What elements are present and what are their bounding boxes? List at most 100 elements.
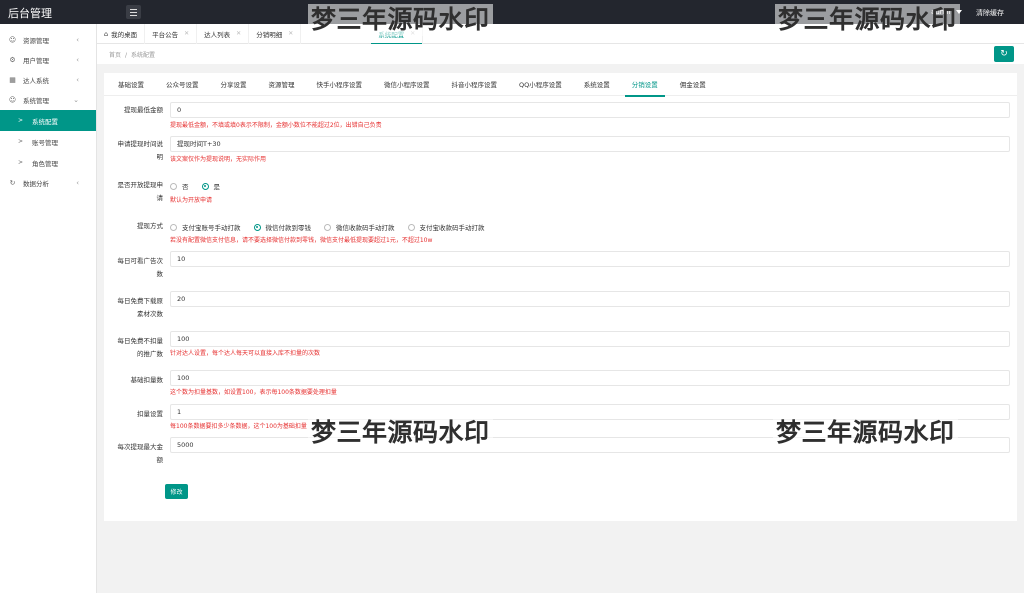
close-icon[interactable]: ✕: [288, 30, 293, 37]
close-icon[interactable]: ✕: [236, 30, 241, 37]
submit-button[interactable]: 修改: [165, 484, 188, 499]
tab-desktop[interactable]: ⌂ 我的桌面: [97, 23, 146, 44]
sidebar-item-label: 系统管理: [23, 97, 49, 105]
radio-label: 支付宝账号手动打款: [182, 224, 241, 232]
radio-alipay-qrcode[interactable]: 支付宝收款码手动打款: [407, 222, 485, 232]
settings-tab-qq[interactable]: QQ小程序设置: [508, 73, 573, 96]
home-icon: ⌂: [104, 29, 109, 38]
radio-selected-icon: [253, 223, 261, 231]
chevron-right-icon: >: [18, 138, 24, 145]
refresh-button[interactable]: ↻: [994, 46, 1014, 62]
min-amount-label: 提现最低金额: [124, 106, 163, 114]
withdraw-method-label: 提现方式: [137, 222, 163, 230]
radio-wechat-qrcode[interactable]: 微信收款码手动打款: [324, 222, 395, 232]
sidebar-subitem-system-config[interactable]: > 系统配置: [0, 110, 96, 131]
deduct-setting-label: 扣量设置: [137, 410, 163, 418]
min-amount-hint: 提现最低金额，不填或填0表示不限制，金额小数位不能超过2位，出错自己负责: [170, 122, 382, 129]
chevron-right-icon: >: [18, 159, 24, 166]
sidebar-item-label: 用户管理: [23, 57, 49, 65]
radio-alipay-account[interactable]: 支付宝账号手动打款: [170, 222, 241, 232]
chevron-left-icon: ‹: [76, 76, 79, 84]
withdraw-time-label: 申请提现时间说明: [117, 140, 164, 161]
daily-free-promo-input[interactable]: 100: [170, 331, 1010, 347]
settings-tabs: 基础设置 公众号设置 分享设置 资源管理 快手小程序设置 微信小程序设置 抖音小…: [104, 73, 1017, 97]
base-deduct-input[interactable]: 100: [170, 370, 1010, 386]
settings-tab-wechat[interactable]: 微信小程序设置: [373, 73, 441, 96]
breadcrumb-home[interactable]: 首页: [109, 52, 121, 59]
base-deduct-hint: 这个数为扣量基数，如设置100，表示每100条数据要处理扣量: [170, 389, 337, 396]
sidebar-item-users[interactable]: ⚙ 用户管理 ‹: [0, 50, 96, 70]
brand-title: 后台管理: [8, 7, 52, 20]
settings-tab-share[interactable]: 分享设置: [210, 73, 258, 96]
withdraw-time-input[interactable]: 提现时间T+30: [170, 136, 1010, 152]
close-icon[interactable]: ✕: [184, 30, 189, 37]
daily-free-download-label: 每日免费下载原素材次数: [117, 297, 164, 318]
daily-free-download-input[interactable]: 20: [170, 291, 1010, 307]
settings-tab-resources[interactable]: 资源管理: [258, 73, 306, 96]
tab-label: 我的桌面: [111, 30, 138, 39]
settings-tab-commission[interactable]: 佣金设置: [669, 73, 717, 96]
refresh-icon: ↻: [1000, 49, 1008, 59]
sidebar-subitem-label: 角色管理: [32, 159, 59, 168]
daily-ads-input[interactable]: 10: [170, 251, 1010, 267]
grid-icon: ▦: [9, 76, 16, 84]
sidebar-item-label: 资源管理: [23, 37, 49, 45]
sidebar-item-system[interactable]: ☺ 系统管理 ⌄: [0, 90, 96, 110]
chevron-left-icon: ‹: [76, 36, 79, 44]
watermark: 梦三年源码水印: [775, 4, 960, 36]
chevron-left-icon: ‹: [76, 179, 79, 187]
settings-tab-official-account[interactable]: 公众号设置: [155, 73, 210, 96]
watermark: 梦三年源码水印: [308, 417, 493, 449]
settings-tab-basic[interactable]: 基础设置: [107, 73, 155, 96]
max-withdraw-label: 每次提现最大金额: [117, 443, 164, 464]
chevron-down-icon: ⌄: [73, 96, 79, 104]
radio-label: 微信收款码手动打款: [336, 224, 395, 232]
radio-label: 是: [213, 183, 221, 191]
base-deduct-label: 基础扣量数: [130, 376, 164, 384]
radio-no[interactable]: 否: [170, 181, 189, 191]
deduct-setting-hint: 每100条数据要扣多少条数据，这个100为基础扣量: [170, 423, 307, 430]
clear-cache-button[interactable]: 清除缓存: [976, 8, 1004, 18]
sidebar-subitem-label: 账号管理: [32, 138, 59, 147]
radio-label: 支付宝收款码手动打款: [419, 224, 485, 232]
sidebar-item-talent[interactable]: ▦ 达人系统 ‹: [0, 70, 96, 90]
settings-tab-distribution[interactable]: 分销设置: [621, 73, 669, 97]
radio-wechat-wallet[interactable]: 微信付款到零钱: [253, 222, 311, 232]
tab-talents[interactable]: 达人列表 ✕: [197, 23, 250, 44]
daily-free-promo-label: 每日免费不扣量的推广数: [117, 337, 164, 358]
tab-distribution[interactable]: 分销明细 ✕: [249, 23, 302, 44]
tab-label: 平台公告: [152, 30, 179, 39]
breadcrumb: 首页 / 系统配置: [109, 52, 156, 59]
sidebar-item-label: 达人系统: [23, 77, 49, 85]
tab-label: 达人列表: [204, 30, 231, 39]
sidebar-item-analytics[interactable]: ↻ 数据分析 ‹: [0, 173, 96, 193]
sidebar-item-resources[interactable]: ☺ 资源管理 ‹: [0, 30, 96, 50]
radio-icon: [324, 223, 331, 231]
settings-card: 基础设置 公众号设置 分享设置 资源管理 快手小程序设置 微信小程序设置 抖音小…: [104, 73, 1017, 521]
sidebar-subitem-accounts[interactable]: > 账号管理: [0, 131, 96, 152]
tab-announcements[interactable]: 平台公告 ✕: [145, 23, 198, 44]
radio-selected-icon: [201, 182, 209, 190]
settings-tab-system[interactable]: 系统设置: [573, 73, 621, 96]
menu-toggle-icon[interactable]: [126, 5, 141, 19]
chevron-left-icon: ‹: [76, 56, 79, 64]
radio-icon: [407, 223, 415, 231]
open-withdraw-hint: 默认为开放申请: [170, 197, 213, 204]
settings-tab-kuaishou[interactable]: 快手小程序设置: [306, 73, 374, 96]
tab-label: 分销明细: [256, 30, 283, 39]
settings-tab-douyin[interactable]: 抖音小程序设置: [441, 73, 509, 96]
refresh-icon: ↻: [9, 179, 16, 187]
chevron-right-icon: >: [18, 117, 24, 124]
sidebar-subitem-label: 系统配置: [32, 117, 59, 126]
breadcrumb-current: 系统配置: [131, 52, 156, 59]
watermark: 梦三年源码水印: [308, 4, 493, 36]
withdraw-method-hint: 若没有配置微信支付信息，请不要选择微信付款到零钱，微信支付最低提现要超过1元，不…: [170, 237, 433, 244]
radio-icon: [170, 223, 177, 231]
user-icon: ☺: [8, 96, 17, 104]
sidebar: ☺ 资源管理 ‹ ⚙ 用户管理 ‹ ▦ 达人系统 ‹ ☺ 系统管理 ⌄ > 系统…: [0, 24, 97, 593]
sidebar-subitem-roles[interactable]: > 角色管理: [0, 152, 96, 173]
min-amount-input[interactable]: 0: [170, 102, 1010, 118]
sidebar-item-label: 数据分析: [23, 180, 49, 188]
radio-yes[interactable]: 是: [201, 181, 221, 191]
gear-icon: ⚙: [9, 56, 16, 64]
